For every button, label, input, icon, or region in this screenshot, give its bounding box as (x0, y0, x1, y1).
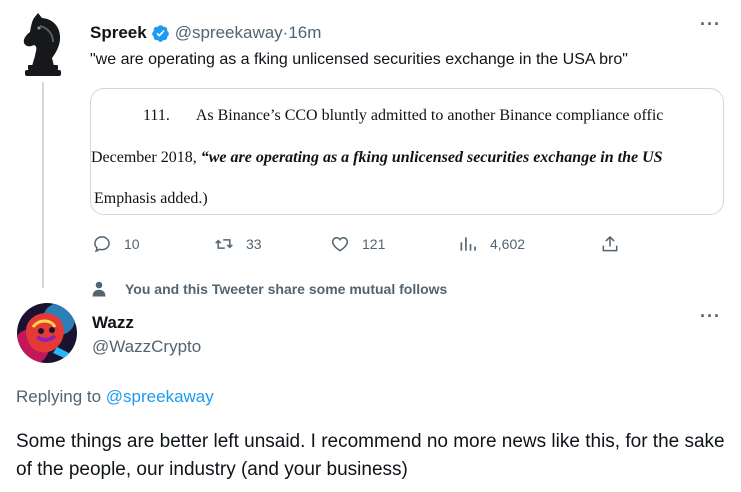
reply-author-name[interactable]: Wazz (92, 313, 134, 333)
like-button[interactable]: 121 (330, 233, 385, 255)
heart-icon (331, 236, 349, 252)
like-count: 121 (362, 236, 386, 252)
thread-connector-line (42, 82, 44, 288)
document-line-3: Emphasis added.) (94, 190, 208, 207)
replying-to: Replying to @spreekaway (16, 387, 214, 407)
social-context-text: You and this Tweeter share some mutual f… (125, 281, 448, 297)
views-bar-chart-icon (460, 237, 476, 251)
replying-to-label: Replying to (16, 387, 106, 406)
reply-count: 10 (124, 236, 140, 252)
document-emphasis-quote: “we are operating as a fking unlicensed … (200, 149, 663, 166)
author-handle[interactable]: @spreekaway (175, 23, 283, 43)
reply-author-handle[interactable]: @WazzCrypto (92, 337, 201, 357)
person-icon (92, 281, 106, 297)
view-count: 4,602 (490, 236, 526, 252)
reply-author-avatar[interactable] (17, 303, 77, 363)
reply-more-options-icon[interactable]: ··· (700, 306, 721, 327)
replying-to-mention[interactable]: @spreekaway (106, 387, 214, 406)
chess-knight-icon (23, 13, 61, 76)
paragraph-number: 111. (143, 107, 170, 124)
retweet-button[interactable]: 33 (214, 233, 262, 255)
retweet-icon (215, 239, 233, 249)
attached-document-image[interactable]: 111. As Binance’s CCO bluntly admitted to… (90, 88, 724, 215)
verified-badge-icon (151, 24, 169, 42)
reply-button[interactable]: 10 (92, 233, 140, 255)
avatar-image (17, 303, 77, 363)
retweet-count: 33 (246, 236, 262, 252)
document-line-2: December 2018, “we are operating as a fk… (91, 149, 663, 167)
reply-icon (94, 236, 110, 253)
tweet-header: Spreek @spreekaway · 16m (90, 22, 321, 44)
tweet-text: "we are operating as a fking unlicensed … (90, 51, 628, 68)
document-line-1-text: As Binance’s CCO bluntly admitted to ano… (195, 107, 664, 124)
tweet-timestamp[interactable]: 16m (288, 23, 321, 43)
reply-text: Some things are better left unsaid. I re… (16, 431, 725, 480)
author-name[interactable]: Spreek (90, 23, 147, 43)
share-icon (602, 235, 618, 252)
document-line-2-prefix: December 2018, (91, 149, 201, 166)
document-line-1: 111. As Binance’s CCO bluntly admitted to… (143, 107, 663, 125)
share-button[interactable] (600, 233, 632, 255)
author-avatar[interactable] (14, 10, 72, 80)
social-context: You and this Tweeter share some mutual f… (92, 281, 447, 297)
views-button[interactable]: 4,602 (458, 233, 525, 255)
more-options-icon[interactable]: ··· (700, 14, 721, 35)
